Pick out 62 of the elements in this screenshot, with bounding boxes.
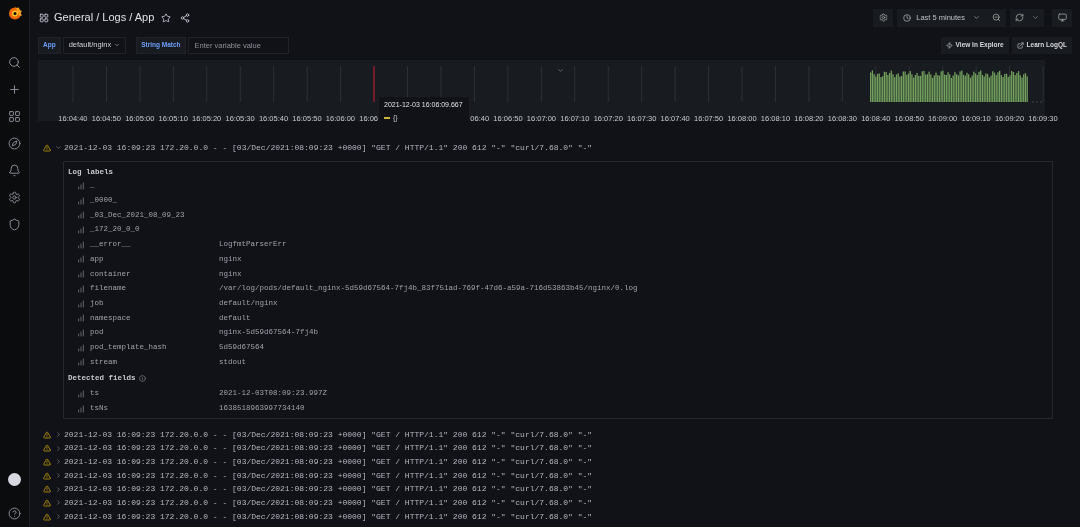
log-line[interactable]: 2021-12-03 16:09:23 172.20.0.0 - - [03/Dec/2021:08:09:23 +0000] "GET / HTTP/1.1" 200 612 "-" "curl/7.68.0" "-" [64, 455, 593, 468]
star-icon[interactable] [161, 12, 172, 23]
warning-icon [43, 498, 51, 507]
log-line[interactable]: 2021-12-03 16:09:23 172.20.0.0 - - [03/Dec/2021:08:09:23 +0000] "GET / HTTP/1.1" 200 612 "-" "curl/7.68.0" "-" [64, 141, 593, 154]
caret-icon [973, 14, 980, 21]
settings-button[interactable] [873, 8, 894, 27]
refresh-icon [1015, 13, 1024, 22]
stats-icon[interactable] [77, 255, 85, 264]
stats-icon[interactable] [77, 284, 85, 293]
share-icon[interactable] [180, 12, 191, 23]
stats-icon[interactable] [77, 343, 85, 352]
avatar[interactable] [8, 473, 21, 486]
stats-icon[interactable] [77, 389, 85, 398]
gear-icon [878, 13, 888, 22]
warning-icon [43, 471, 51, 480]
warning-icon [43, 143, 51, 152]
warning-icon [43, 485, 51, 494]
zoom-out-button[interactable] [986, 8, 1006, 27]
log-line[interactable]: 2021-12-03 16:09:23 172.20.0.0 - - [03/Dec/2021:08:09:23 +0000] "GET / HTTP/1.1" 200 612 "-" "curl/7.68.0" "-" [64, 510, 593, 523]
stats-icon[interactable] [77, 270, 85, 279]
refresh-button[interactable] [1010, 8, 1044, 27]
log-line[interactable]: 2021-12-03 16:09:23 172.20.0.0 - - [03/Dec/2021:08:09:23 +0000] "GET / HTTP/1.1" 200 612 "-" "curl/7.68.0" "-" [64, 496, 593, 509]
chevron-icon [557, 67, 564, 74]
stats-icon[interactable] [77, 182, 85, 191]
caret-icon [1032, 14, 1039, 21]
warning-icon [43, 444, 51, 453]
cursor-line [373, 65, 375, 103]
expand-icon[interactable] [55, 458, 62, 466]
stats-icon[interactable] [77, 404, 85, 413]
caret-icon [114, 42, 121, 48]
expand-icon[interactable] [55, 513, 62, 521]
stats-icon[interactable] [77, 240, 85, 249]
expand-icon[interactable] [55, 472, 62, 480]
logo-icon[interactable] [6, 5, 23, 21]
warning-icon [43, 457, 51, 466]
expand-icon[interactable] [55, 499, 62, 507]
collapse-icon[interactable] [55, 144, 62, 152]
warning-icon [43, 430, 51, 439]
warning-icon [43, 512, 51, 521]
stats-icon[interactable] [77, 299, 85, 308]
zoom-out-icon [991, 13, 1001, 22]
stats-icon[interactable] [77, 211, 85, 220]
expand-icon[interactable] [55, 485, 62, 493]
lightning-icon [945, 41, 953, 49]
external-link-icon [1016, 41, 1024, 49]
stats-icon[interactable] [77, 226, 85, 235]
stats-icon[interactable] [77, 196, 85, 205]
log-line[interactable]: 2021-12-03 16:09:23 172.20.0.0 - - [03/Dec/2021:08:09:23 +0000] "GET / HTTP/1.1" 200 612 "-" "curl/7.68.0" "-" [64, 442, 593, 455]
expand-icon[interactable] [55, 431, 62, 439]
stats-icon[interactable] [77, 314, 85, 323]
breadcrumb[interactable]: General / Logs / App [54, 9, 155, 26]
log-line[interactable]: 2021-12-03 16:09:23 172.20.0.0 - - [03/Dec/2021:08:09:23 +0000] "GET / HTTP/1.1" 200 612 "-" "curl/7.68.0" "-" [64, 483, 593, 496]
expand-icon[interactable] [55, 444, 62, 452]
clock-icon [903, 13, 912, 22]
stats-icon[interactable] [77, 328, 85, 337]
info-icon [138, 375, 146, 383]
tv-mode-button[interactable] [1052, 8, 1072, 27]
log-line[interactable]: 2021-12-03 16:09:23 172.20.0.0 - - [03/Dec/2021:08:09:23 +0000] "GET / HTTP/1.1" 200 612 "-" "curl/7.68.0" "-" [64, 469, 593, 482]
monitor-icon [1057, 13, 1067, 22]
dashboard-grid-icon [39, 12, 49, 23]
stats-icon[interactable] [77, 358, 85, 367]
log-line[interactable]: 2021-12-03 16:09:23 172.20.0.0 - - [03/Dec/2021:08:09:23 +0000] "GET / HTTP/1.1" 200 612 "-" "curl/7.68.0" "-" [64, 428, 593, 441]
